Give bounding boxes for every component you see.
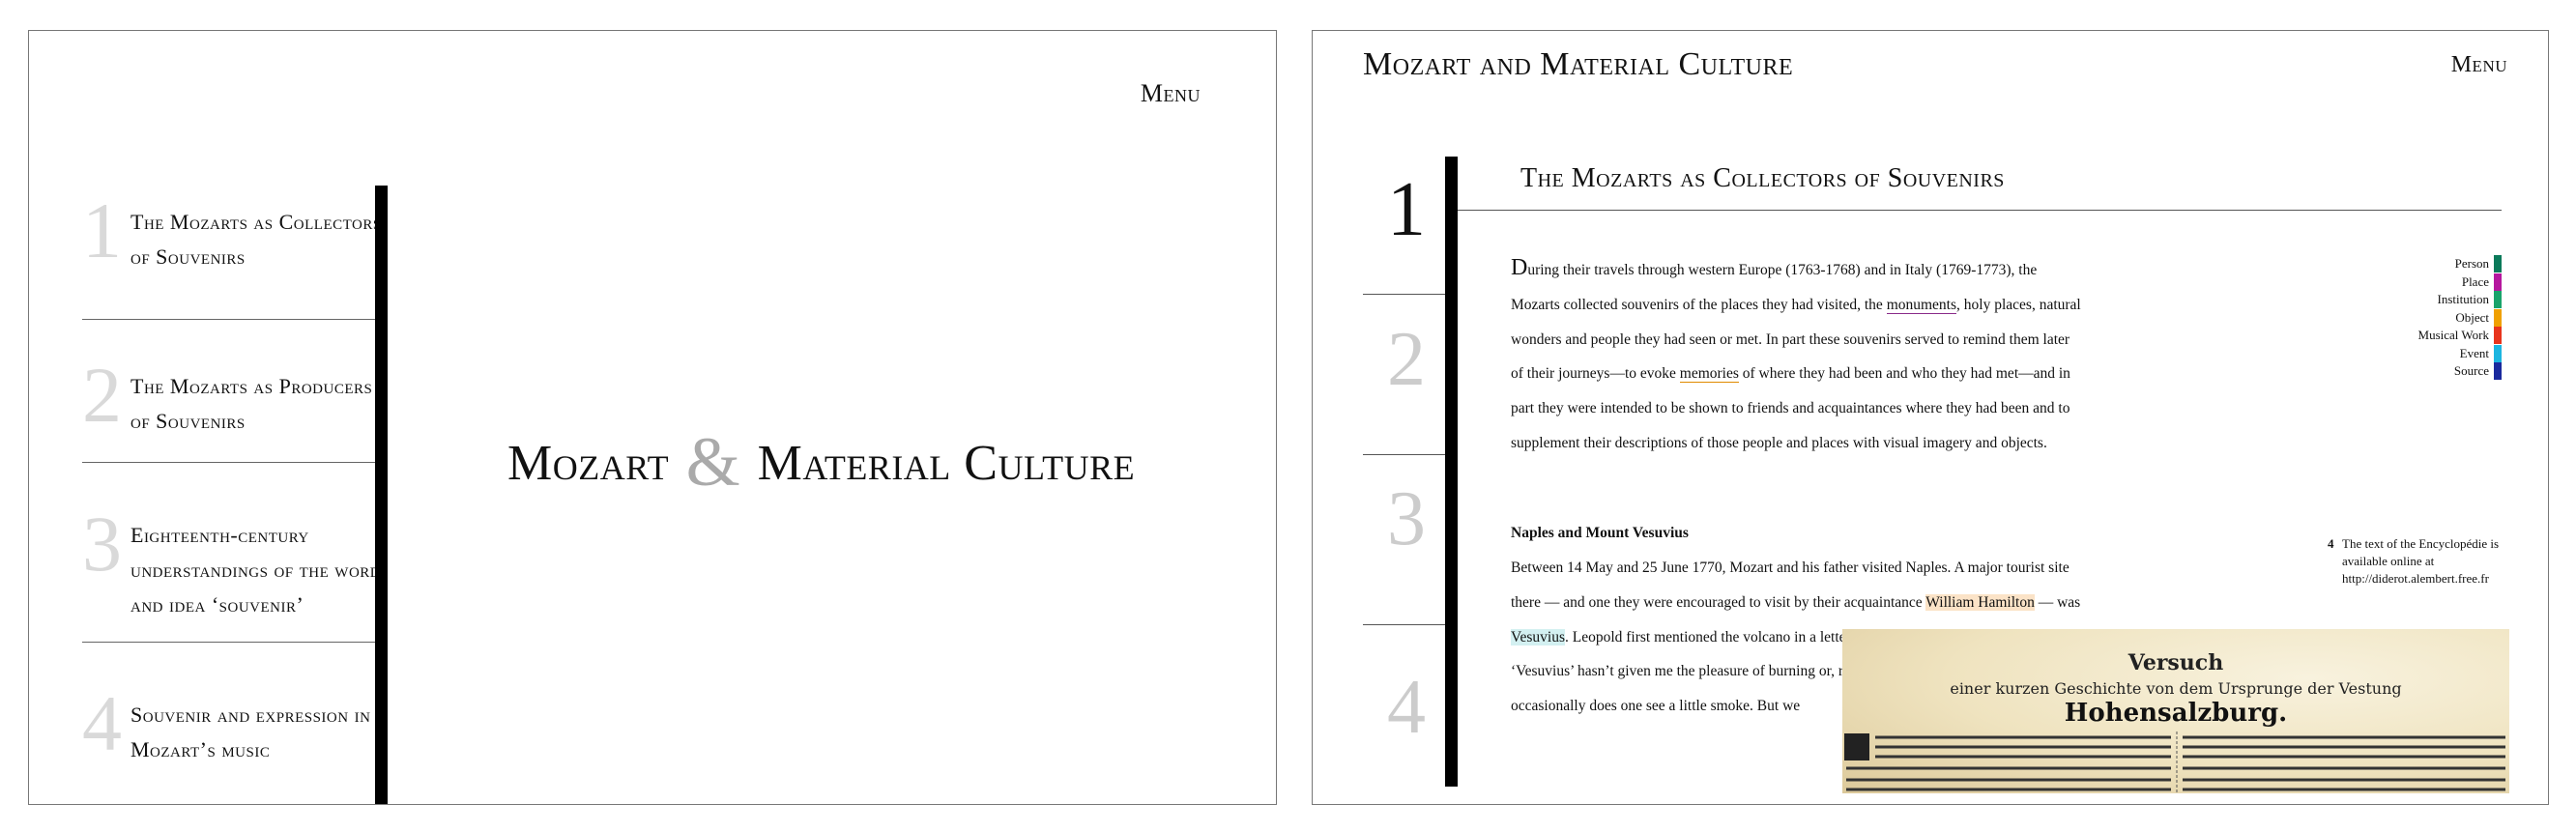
chapter-title: The Mozarts as Collectors of Souvenirs [1520,163,2005,193]
site-title-link[interactable]: Mozart and Material Culture [1363,46,1793,83]
legend-label: Source [2453,363,2489,378]
menu-button[interactable]: Menu [2451,52,2507,78]
toc-number: 2 [82,351,122,439]
place-link-monuments[interactable]: monuments [1886,296,1957,314]
toc-item-4[interactable]: 4 Souvenir and expression in Mozart’s mu… [82,684,372,767]
legend-label: Place [2461,273,2489,289]
toc-item-1[interactable]: 1 The Mozarts as Collectors of Souvenirs [82,191,381,274]
chapter-divider [1363,454,1446,455]
menu-button[interactable]: Menu [1141,79,1201,108]
chapter-divider [1363,624,1446,625]
legend-item-source[interactable]: Source [2418,362,2502,381]
home-panel: Menu 1 The Mozarts as Collectors of Souv… [28,30,1277,805]
toc-title[interactable]: The Mozarts as Collectors of Souvenirs [130,205,391,274]
footnote-number: 4 [2328,536,2334,551]
toc-number: 3 [82,500,122,588]
legend-item-institution[interactable]: Institution [2418,291,2502,309]
chapter-number-3[interactable]: 3 [1368,480,1445,558]
drop-cap: D [1511,255,1528,280]
legend-swatch [2494,255,2502,273]
document-subheading: einer kurzen Geschichte von dem Ursprung… [1950,679,2402,698]
document-text-lines [1844,732,2505,793]
legend-label: Musical Work [2417,328,2489,342]
entity-legend: Person Place Institution Object Musical Work… [2418,255,2502,381]
toc-title[interactable]: Eighteenth-century understandings of the… [130,518,391,622]
legend-item-place[interactable]: Place [2418,273,2502,292]
toc-number: 4 [82,679,122,767]
legend-label: Event [2459,345,2489,360]
legend-swatch [2494,344,2502,362]
footnote-text: The text of the Encyclopédie is availabl… [2342,536,2500,586]
chapter-panel: Mozart and Material Culture Menu 1 2 3 4… [1312,30,2549,805]
historical-document-image[interactable]: Versuch einer kurzen Geschichte von dem … [1842,629,2509,793]
toc-divider [82,319,375,320]
legend-item-musical-work[interactable]: Musical Work [2418,327,2502,345]
legend-item-event[interactable]: Event [2418,344,2502,363]
title-rule [1458,210,2502,211]
legend-item-person[interactable]: Person [2418,255,2502,273]
intro-paragraph: During their travels through western Eur… [1511,251,2081,461]
legend-label: Person [2454,256,2489,271]
toc-number: 1 [82,186,122,274]
chapter-divider [1363,294,1446,295]
legend-swatch [2494,327,2502,345]
legend-swatch [2494,362,2502,381]
toc-title[interactable]: Souvenir and expression in Mozart’s musi… [130,698,391,767]
toc-item-2[interactable]: 2 The Mozarts as Producers of Souvenirs [82,356,372,439]
title-part-b: Material Culture [757,436,1136,491]
legend-label: Object [2455,309,2489,325]
paragraph-text: — was [2034,593,2081,611]
legend-label: Institution [2437,292,2489,306]
toc-divider [82,462,375,463]
toc-item-3[interactable]: 3 Eighteenth-century understandings of t… [82,504,381,622]
object-link-memories[interactable]: memories [1679,365,1739,384]
legend-swatch [2494,273,2502,291]
place-link-vesuvius[interactable]: Vesuvius [1511,628,1565,646]
toc-divider [82,642,375,643]
document-title: Hohensalzburg. [2064,699,2288,728]
chapter-number-2[interactable]: 2 [1368,321,1445,398]
ampersand: & [685,423,741,501]
footnote: 4 The text of the Encyclopédie is availa… [2328,535,2502,588]
vertical-spine [375,186,388,804]
site-main-title: Mozart & Material Culture [507,422,1135,502]
legend-item-object[interactable]: Object [2418,308,2502,328]
legend-swatch [2494,308,2502,327]
title-part-a: Mozart [507,436,670,491]
vertical-spine [1445,157,1458,787]
section-heading: Naples and Mount Vesuvius [1511,525,1689,541]
chapter-number-1[interactable]: 1 [1368,171,1445,248]
chapter-number-4[interactable]: 4 [1368,669,1445,746]
person-link-william-hamilton[interactable]: William Hamilton [1925,593,2035,611]
toc-title[interactable]: The Mozarts as Producers of Souvenirs [130,369,391,439]
document-heading: Versuch [2127,650,2224,675]
legend-swatch [2494,291,2502,309]
